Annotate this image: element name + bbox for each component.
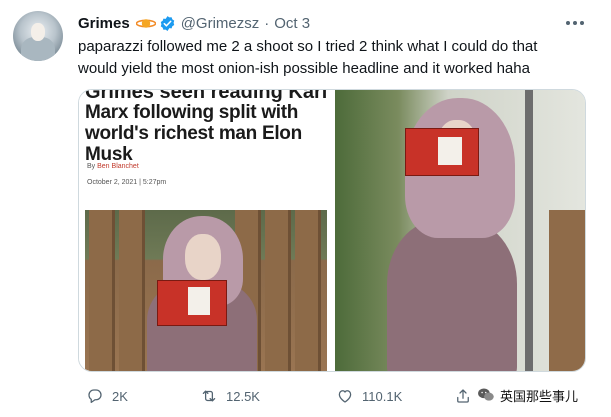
article-headline: Marx following split with world's riches…: [85, 102, 302, 165]
tweet-header: Grimes @Grimezsz · Oct 3: [78, 13, 310, 33]
watermark-text: 英国那些事儿: [500, 388, 579, 404]
reply-icon: [88, 389, 102, 404]
heart-icon: [338, 390, 352, 403]
retweet-count: 12.5K: [226, 388, 260, 404]
media-grid: Grimes seen reading Karl Marx following …: [78, 89, 586, 372]
retweet-button[interactable]: 12.5K: [200, 384, 260, 408]
watermark: 英国那些事儿: [476, 383, 578, 407]
byline-prefix: By: [87, 163, 96, 170]
article-photo: [85, 210, 327, 371]
more-options-button[interactable]: [562, 10, 588, 36]
tweet-text: paparazzi followed me 2 a shoot so I tri…: [78, 38, 538, 77]
wechat-icon: [478, 388, 494, 401]
like-count: 110.1K: [362, 388, 403, 404]
media-photo[interactable]: [335, 90, 585, 371]
more-options-icon: [566, 21, 584, 25]
retweet-icon: [202, 390, 216, 402]
tweet-date[interactable]: Oct 3: [274, 15, 310, 32]
article-byline: By Ben Blanchet: [87, 163, 139, 170]
user-handle[interactable]: @Grimezsz: [181, 15, 260, 32]
avatar-face: [31, 23, 45, 41]
orange-planet-icon: [135, 18, 156, 28]
reply-count: 2K: [112, 388, 128, 404]
article-date: October 2, 2021 | 5:27pm: [87, 179, 167, 186]
like-button[interactable]: 110.1K: [336, 384, 402, 408]
avatar[interactable]: [13, 11, 63, 61]
display-name[interactable]: Grimes: [78, 15, 130, 32]
share-icon: [457, 389, 469, 403]
separator-dot: ·: [264, 14, 270, 32]
verified-badge-icon: [160, 15, 174, 31]
media-article-screenshot[interactable]: Grimes seen reading Karl Marx following …: [79, 90, 333, 371]
reply-button[interactable]: 2K: [86, 384, 128, 408]
byline-author: Ben Blanchet: [97, 163, 139, 170]
